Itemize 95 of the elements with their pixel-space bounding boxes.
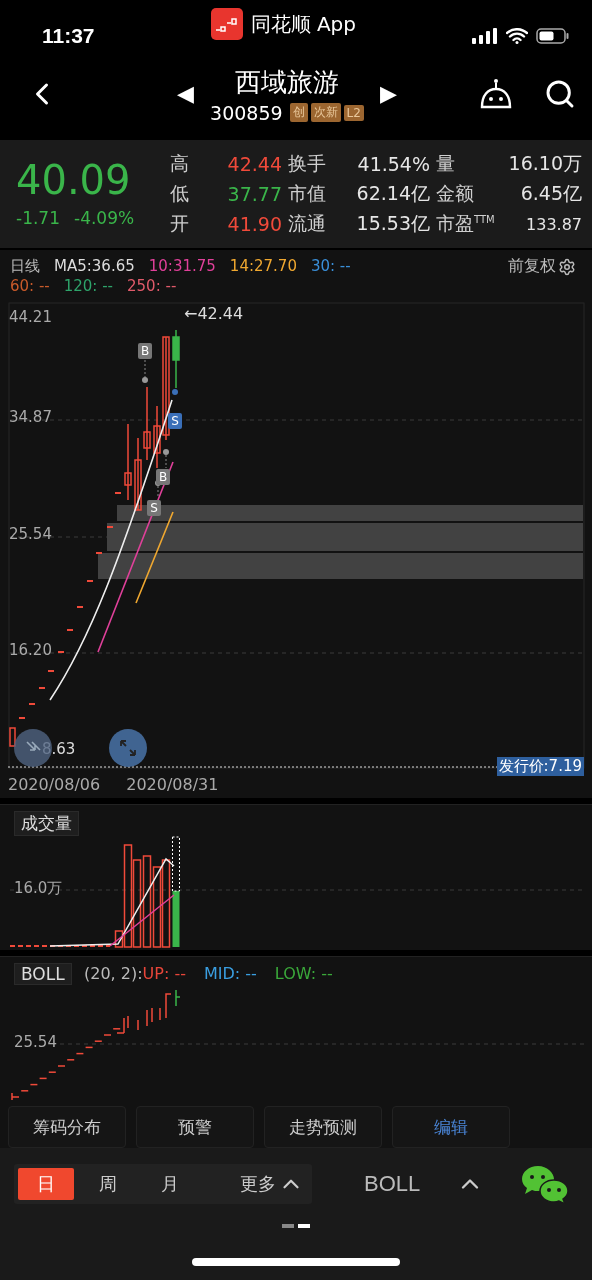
more-label: 更多 [240, 1172, 276, 1196]
high-price-marker: ←42.44 [184, 304, 244, 323]
candlestick [114, 492, 122, 494]
last-price: 40.09 [16, 160, 132, 200]
boll-value: UP: -- [142, 963, 186, 985]
stat-value: 41.90 [226, 213, 282, 235]
stock-code: 300859 [210, 101, 283, 124]
tool-button[interactable]: 预警 [136, 1106, 254, 1148]
stock-tag: L2 [343, 104, 364, 121]
app-icon [210, 8, 243, 40]
candlestick [172, 329, 180, 389]
search-icon[interactable] [544, 78, 576, 110]
stock-name: 西域旅游 [235, 65, 339, 99]
battery-icon [536, 28, 570, 44]
stat-label: 金额 [436, 181, 475, 206]
candlestick [76, 606, 84, 608]
axis-date: 2020/08/06 [8, 774, 101, 794]
axis-label: 34.87 [9, 408, 52, 426]
indicator-button[interactable]: BOLL [364, 1171, 421, 1197]
percent-change: -4.09% [74, 208, 135, 228]
candlestick [28, 703, 36, 705]
axis-label: 44.21 [9, 308, 52, 326]
stat-value: 37.77 [226, 183, 282, 205]
indicator-value: 120: -- [63, 276, 113, 296]
stat-label: 高 [170, 151, 190, 176]
panel-label: 成交量 [14, 811, 79, 836]
tool-button[interactable]: 走势预测 [264, 1106, 382, 1148]
axis-label: 16.20 [9, 641, 52, 659]
previous-stock-button[interactable]: ◀ [177, 81, 195, 107]
candlestick [38, 687, 46, 689]
signal-icon [472, 28, 498, 44]
stock-tag: 创 [289, 103, 308, 122]
tool-button[interactable]: 编辑 [392, 1106, 510, 1148]
stat-value: 41.54% [356, 153, 430, 175]
stat-label: 低 [170, 181, 190, 206]
candlestick [66, 629, 74, 631]
period-tab[interactable]: 月 [142, 1168, 198, 1200]
signal-marker: S [168, 413, 182, 429]
wifi-icon [506, 28, 528, 44]
adjust-button[interactable]: 前复权 [508, 256, 576, 277]
candlestick [57, 651, 65, 653]
stat-label: 流通 [288, 211, 327, 236]
indicator-value: 14:27.70 [229, 256, 297, 276]
stat-label: 市值 [288, 181, 327, 206]
indicator-value: 250: -- [127, 276, 177, 296]
candlestick [86, 580, 94, 582]
candlestick [106, 526, 114, 528]
candlestick [18, 717, 26, 719]
chat-bubbles-icon[interactable] [520, 1164, 570, 1204]
stat-value: 133.87 [525, 214, 582, 234]
signal-dot [172, 389, 178, 395]
stock-tag: 次新 [310, 103, 341, 122]
status-time: 11:37 [42, 24, 95, 48]
stat-value: 16.10万 [507, 151, 582, 176]
indicator-value: 10:31.75 [148, 256, 216, 276]
stat-label: 量 [436, 151, 456, 176]
adjust-label: 前复权 [508, 256, 556, 277]
price-change: -1.71 [16, 208, 60, 228]
candlestick [47, 670, 55, 672]
indicator-value: 30: -- [310, 256, 351, 276]
boll-value: MID: -- [204, 963, 257, 985]
indicator-value: 60: -- [10, 276, 50, 296]
stat-value: 42.44 [226, 153, 282, 175]
signal-leader-line [163, 449, 169, 469]
indicator-value: MA5:36.65 [54, 256, 135, 276]
panel-label: BOLL [14, 963, 72, 985]
boll-params: (20, 2): [84, 963, 143, 985]
robot-icon[interactable] [478, 77, 514, 111]
expand-button[interactable] [109, 729, 147, 767]
stat-label: 开 [170, 211, 190, 236]
axis-date: 2020/08/31 [126, 774, 219, 794]
settings-icon [558, 257, 576, 276]
axis-label: 25.54 [14, 1033, 57, 1051]
stat-value: 15.53亿 [355, 211, 430, 236]
signal-marker: B [138, 343, 152, 359]
next-stock-button[interactable]: ▶ [379, 81, 397, 107]
stat-value: 62.14亿 [355, 181, 430, 206]
more-button[interactable]: 更多 [236, 1171, 308, 1197]
candlestick [9, 727, 16, 747]
issue-price-label: 发行价:7.19 [496, 757, 584, 776]
expand-icon [118, 738, 138, 758]
signal-marker: S [147, 500, 161, 516]
tool-button[interactable]: 筹码分布 [8, 1106, 126, 1148]
app-label: 同花顺 App [250, 10, 356, 38]
stat-label: 换手 [288, 151, 327, 176]
period-tab[interactable]: 周 [80, 1168, 136, 1200]
axis-label: 25.54 [9, 525, 52, 543]
signal-marker: B [156, 469, 170, 485]
stat-value: 6.45亿 [519, 181, 582, 206]
candlestick [95, 552, 103, 554]
axis-label: 16.0万 [14, 879, 63, 898]
boll-value: LOW: -- [274, 963, 333, 985]
period-tab[interactable]: 日 [18, 1168, 74, 1200]
period-label: 日线 [10, 256, 40, 276]
signal-leader-line [142, 359, 148, 383]
